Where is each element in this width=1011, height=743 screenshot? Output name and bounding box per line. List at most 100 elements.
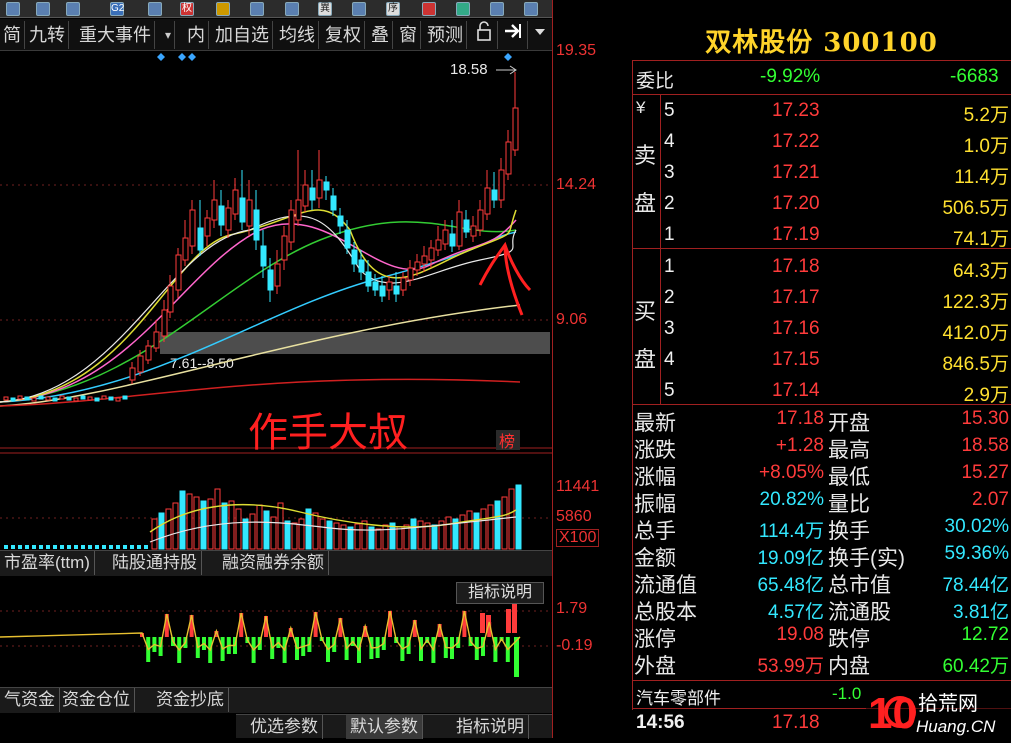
- sell-order-row[interactable]: 1 17.19 74.1万: [632, 220, 1011, 250]
- candlestick-chart[interactable]: 7.61--8.50 18.58 作手大叔 榜: [0, 50, 552, 450]
- candle: [94, 397, 100, 402]
- toolbar-icon[interactable]: [490, 2, 504, 16]
- candle: [400, 277, 407, 291]
- candle: [463, 219, 470, 233]
- candle: [73, 397, 79, 402]
- weibi-label: 委比: [636, 71, 675, 92]
- event-marker[interactable]: [188, 53, 196, 61]
- tab-capital[interactable]: 气资金: [0, 688, 60, 712]
- candle: [351, 249, 358, 265]
- order-level: 4: [664, 349, 675, 370]
- tab-default-params[interactable]: 默认参数: [346, 715, 423, 739]
- sector-name[interactable]: 汽车零部件: [636, 684, 721, 709]
- lock-icon[interactable]: [472, 21, 498, 49]
- candle: [274, 263, 281, 287]
- order-volume: 122.3万: [942, 292, 1009, 313]
- chart-icon[interactable]: [36, 2, 50, 16]
- order-volume: 2.9万: [963, 385, 1009, 406]
- tab-moving-average[interactable]: 均线: [276, 21, 319, 49]
- stat-value: 15.27: [961, 462, 1009, 483]
- order-volume: 74.1万: [953, 229, 1009, 250]
- candle: [189, 209, 196, 247]
- tab-pe-ttm[interactable]: 市盈率(ttm): [0, 551, 95, 575]
- tab-major-events[interactable]: 重大事件: [76, 21, 155, 49]
- stat-value: 18.58: [961, 435, 1009, 456]
- candle: [211, 199, 218, 221]
- volume-bar: [95, 545, 99, 549]
- volume-bar: [4, 545, 8, 549]
- candle: [442, 229, 449, 245]
- volume-bar: [473, 512, 480, 550]
- event-marker[interactable]: [504, 53, 512, 61]
- event-marker[interactable]: [157, 53, 165, 61]
- tab-capital-bottom[interactable]: 资金抄底: [152, 688, 229, 712]
- buy-order-row[interactable]: 3 17.16 412.0万: [632, 314, 1011, 344]
- buy-order-row[interactable]: 1 17.18 64.3万: [632, 252, 1011, 282]
- volume-axis-label: 5860: [556, 508, 592, 525]
- order-volume: 506.5万: [942, 198, 1009, 219]
- candle: [239, 197, 246, 223]
- toolbar-icon[interactable]: [250, 2, 264, 16]
- tab-inner[interactable]: 内: [184, 21, 209, 49]
- order-volume: 64.3万: [953, 261, 1009, 282]
- tab-capital-position[interactable]: 资金仓位: [58, 688, 135, 712]
- sell-order-row[interactable]: 4 17.22 1.0万: [632, 127, 1011, 157]
- candle: [281, 235, 288, 261]
- toolbar-icon[interactable]: [148, 2, 162, 16]
- volume-bar: [172, 502, 179, 550]
- toolbar-icon[interactable]: [66, 2, 80, 16]
- candle: [66, 396, 72, 401]
- indicator-help-button[interactable]: 指标说明: [456, 582, 544, 604]
- tab-add-watchlist[interactable]: 加自选: [212, 21, 273, 49]
- app-icon[interactable]: [6, 2, 20, 16]
- candle: [115, 397, 121, 402]
- volume-bar: [46, 545, 50, 549]
- toolbar-icon[interactable]: [216, 2, 230, 16]
- volume-chart[interactable]: [0, 452, 552, 550]
- sell-order-row[interactable]: 5 17.23 5.2万: [632, 96, 1011, 126]
- tab-adjust[interactable]: 复权: [322, 21, 365, 49]
- tab-hk-connect[interactable]: 陆股通持股: [108, 551, 202, 575]
- buy-order-row[interactable]: 5 17.14 2.9万: [632, 376, 1011, 406]
- volume-bar: [214, 488, 221, 550]
- candle: [379, 285, 386, 297]
- quan-icon[interactable]: 权: [180, 2, 194, 16]
- volume-bar: [256, 504, 263, 550]
- stat-row: 涨停 19.08 跌停 12.72: [632, 622, 1011, 651]
- tab-optimized-params[interactable]: 优选参数: [246, 715, 323, 739]
- toolbar-icon[interactable]: [285, 2, 299, 16]
- tab-margin[interactable]: 融资融券余额: [218, 551, 329, 575]
- candle: [38, 395, 44, 400]
- toolbar-icon[interactable]: [352, 2, 366, 16]
- g2-icon[interactable]: G2: [110, 2, 124, 16]
- candle: [512, 107, 519, 151]
- dropdown-icon[interactable]: [530, 21, 552, 49]
- tab-indicator-help[interactable]: 指标说明: [452, 715, 529, 739]
- sell-order-row[interactable]: 3 17.21 11.4万: [632, 158, 1011, 188]
- candle: [435, 239, 442, 251]
- volume-bar: [74, 545, 78, 549]
- xu-icon[interactable]: 序: [386, 2, 400, 16]
- sell-order-row[interactable]: 2 17.20 506.5万: [632, 189, 1011, 219]
- order-price: 17.20: [772, 193, 820, 214]
- rank-badge[interactable]: 榜: [499, 432, 515, 450]
- buy-order-row[interactable]: 2 17.17 122.3万: [632, 283, 1011, 313]
- sector-change: -1.0: [832, 684, 862, 703]
- volume-bar: [291, 522, 298, 550]
- candle: [161, 309, 168, 337]
- tab-overlay[interactable]: 叠: [368, 21, 393, 49]
- tab-window[interactable]: 窗: [396, 21, 421, 49]
- yi-icon[interactable]: 異: [318, 2, 332, 16]
- toolbar-icon[interactable]: [456, 2, 470, 16]
- toolbar-icon[interactable]: [524, 2, 538, 16]
- price-axis-label: 9.06: [556, 311, 588, 328]
- flag-icon[interactable]: [422, 2, 436, 16]
- event-marker[interactable]: [178, 53, 186, 61]
- tab-forecast[interactable]: 预测: [424, 21, 467, 49]
- tab-jiuzhuan[interactable]: 九转: [26, 21, 69, 49]
- tab-simple[interactable]: 简: [0, 21, 25, 49]
- order-price: 17.16: [772, 318, 820, 339]
- tab-dropdown[interactable]: ▾: [162, 21, 176, 49]
- arrow-right-icon[interactable]: [500, 21, 528, 49]
- buy-order-row[interactable]: 4 17.15 846.5万: [632, 345, 1011, 375]
